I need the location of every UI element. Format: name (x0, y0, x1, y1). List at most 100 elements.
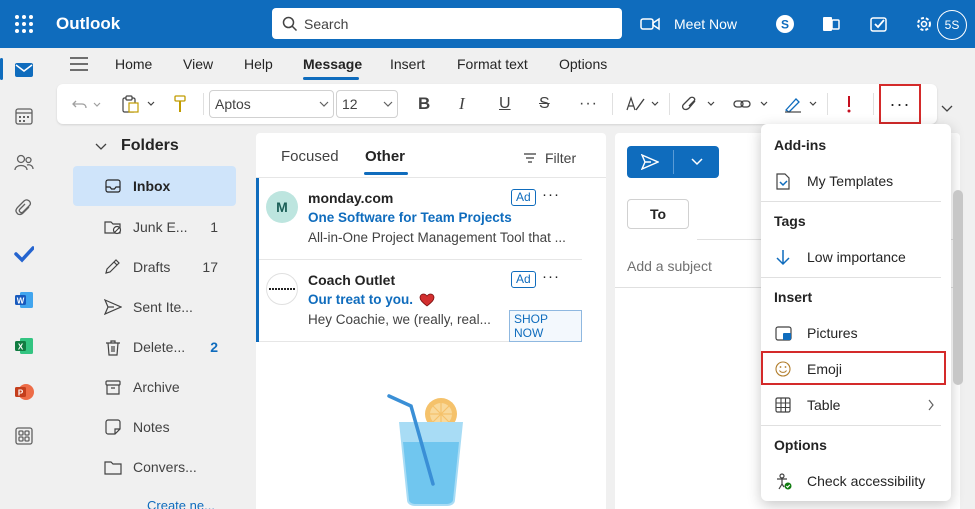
drafts-icon (103, 259, 123, 275)
underline-button[interactable]: U (499, 94, 511, 114)
menu-section-header: Tags (774, 213, 806, 229)
app-title[interactable]: Outlook (56, 14, 120, 34)
italic-button[interactable]: I (459, 94, 465, 114)
folder-count: 1 (210, 219, 218, 235)
send-icon (627, 146, 673, 178)
ad-badge: Ad (511, 189, 536, 206)
to-button[interactable]: To (627, 199, 689, 229)
table-icon (773, 397, 793, 413)
tab-format-text[interactable]: Format text (457, 56, 528, 72)
filter-button[interactable]: Filter (523, 150, 576, 166)
tab-help[interactable]: Help (244, 56, 273, 72)
menu-item-pictures[interactable]: Pictures (761, 315, 941, 351)
calendar-icon[interactable] (12, 104, 36, 128)
message-more-button[interactable]: ··· (542, 186, 560, 203)
unread-indicator (256, 178, 259, 260)
folder-label: Drafts (133, 259, 171, 275)
font-size-select[interactable]: 12 (336, 90, 398, 118)
menu-divider (761, 425, 941, 426)
toolbar-divider (612, 93, 613, 115)
strikethrough-button[interactable]: S (539, 94, 550, 114)
subject-field[interactable]: Add a subject (627, 258, 712, 274)
menu-item-table[interactable]: Table (761, 387, 941, 423)
search-placeholder: Search (304, 16, 349, 32)
font-family-select[interactable]: Aptos (209, 90, 334, 118)
folder-conversation-history[interactable]: Convers... (73, 447, 236, 487)
unread-indicator (256, 260, 259, 342)
create-new-folder-link[interactable]: Create ne... (147, 498, 215, 509)
tab-insert[interactable]: Insert (390, 56, 425, 72)
meet-now-button[interactable]: Meet Now (640, 13, 737, 35)
folder-notes[interactable]: Notes (73, 407, 236, 447)
italic-icon: I (459, 94, 465, 113)
attachment-icon[interactable] (12, 196, 36, 220)
svg-text:P: P (18, 389, 24, 398)
menu-item-label: Table (807, 397, 841, 413)
menu-item-low-importance[interactable]: Low importance (761, 239, 941, 275)
send-button[interactable] (627, 146, 719, 178)
folder-count: 17 (202, 259, 218, 275)
folder-pane: Folders Inbox Junk E... 1 Drafts 17 Sent… (57, 133, 247, 509)
search-input[interactable]: Search (272, 8, 622, 39)
menu-item-check-accessibility[interactable]: Check accessibility (761, 463, 941, 499)
to-do-icon[interactable] (868, 13, 890, 35)
accessibility-icon (773, 472, 793, 490)
settings-icon[interactable] (913, 13, 935, 35)
more-options-button[interactable]: ··· (879, 84, 921, 124)
my-day-icon[interactable] (820, 13, 842, 35)
folder-junk[interactable]: Junk E... 1 (73, 207, 236, 247)
insert-link-button[interactable] (733, 94, 771, 114)
excel-icon[interactable]: X (12, 334, 36, 358)
message-item[interactable]: M monday.com Ad ··· One Software for Tea… (256, 178, 582, 260)
skype-icon[interactable]: S (774, 13, 796, 35)
avatar[interactable]: 5S (937, 10, 967, 40)
tab-view[interactable]: View (183, 56, 213, 72)
signature-button[interactable] (783, 94, 819, 114)
menu-scrollbar[interactable] (953, 190, 963, 385)
folder-sent[interactable]: Sent Ite... (73, 287, 236, 327)
message-more-button[interactable]: ··· (542, 268, 560, 285)
mail-icon[interactable] (12, 58, 36, 82)
bold-button[interactable]: B (418, 94, 430, 114)
styles-button[interactable] (625, 94, 661, 114)
tab-options[interactable]: Options (559, 56, 607, 72)
tab-other[interactable]: Other (365, 148, 405, 165)
format-painter-button[interactable] (173, 94, 187, 114)
paperclip-icon (681, 95, 717, 113)
chevron-down-icon[interactable] (95, 141, 107, 151)
attach-file-button[interactable] (681, 94, 717, 114)
folder-archive[interactable]: Archive (73, 367, 236, 407)
ribbon-collapse-icon[interactable] (940, 104, 954, 114)
coach-logo-icon (266, 273, 298, 305)
high-importance-button[interactable] (844, 94, 854, 114)
chevron-down-icon[interactable] (674, 146, 719, 178)
message-subject: Our treat to you. (308, 292, 414, 307)
toolbar-divider (873, 93, 874, 115)
filter-label: Filter (545, 150, 577, 166)
folder-drafts[interactable]: Drafts 17 (73, 247, 236, 287)
toolbar: Aptos 12 B I U S ··· (57, 84, 937, 124)
shop-now-button[interactable]: SHOP NOW (509, 310, 582, 342)
tab-focused[interactable]: Focused (281, 148, 339, 165)
menu-item-my-templates[interactable]: My Templates (761, 163, 941, 199)
folder-inbox[interactable]: Inbox (73, 166, 236, 206)
tab-home[interactable]: Home (115, 56, 152, 72)
folders-header[interactable]: Folders (121, 137, 179, 155)
active-tab-indicator (303, 77, 359, 80)
more-formatting-button[interactable]: ··· (579, 94, 598, 114)
menu-toggle-icon[interactable] (69, 56, 89, 72)
folder-deleted[interactable]: Delete... 2 (73, 327, 236, 367)
app-launcher-icon[interactable] (12, 12, 36, 36)
word-icon[interactable]: W (12, 288, 36, 312)
undo-button[interactable] (71, 94, 101, 114)
todo-check-icon[interactable] (12, 242, 36, 266)
more-apps-icon[interactable] (12, 424, 36, 448)
people-icon[interactable] (12, 150, 36, 174)
powerpoint-icon[interactable]: P (12, 380, 36, 404)
brush-icon (173, 95, 187, 113)
archive-icon (103, 379, 123, 395)
message-list: Focused Other Filter M monday.com Ad ···… (256, 133, 606, 509)
paste-button[interactable] (121, 94, 157, 114)
message-item[interactable]: Coach Outlet Ad ··· Our treat to you. He… (256, 260, 582, 342)
tab-message[interactable]: Message (303, 56, 362, 72)
